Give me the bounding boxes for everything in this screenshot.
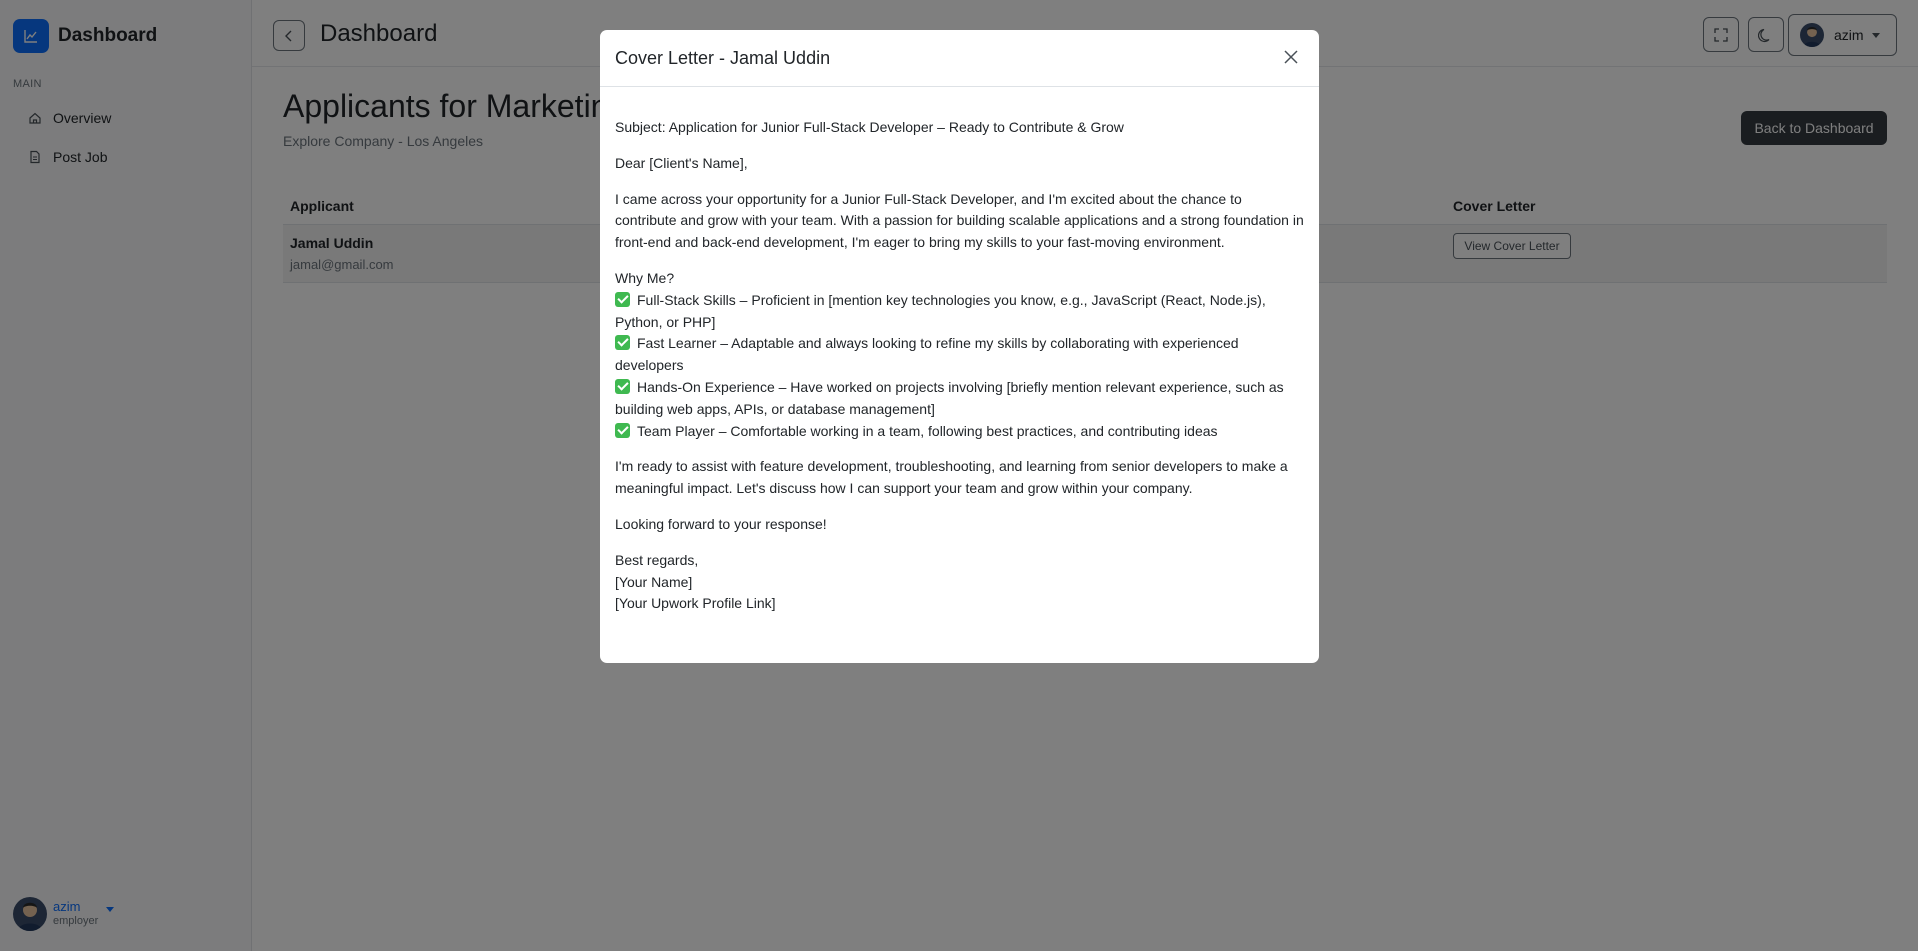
cover-letter-looking-forward: Looking forward to your response!: [615, 515, 827, 532]
modal-body: Subject: Application for Junior Full-Sta…: [615, 117, 1305, 615]
check-icon: [615, 422, 630, 438]
cover-letter-point-text: Team Player – Comfortable working in a t…: [637, 422, 1218, 439]
modal-title: Cover Letter - Jamal Uddin: [615, 48, 831, 68]
cover-letter-profile-placeholder: [Your Upwork Profile Link]: [615, 595, 776, 612]
cover-letter-point: Fast Learner – Adaptable and always look…: [615, 333, 1305, 377]
close-button[interactable]: [1281, 47, 1301, 67]
cover-letter-point-text: Fast Learner – Adaptable and always look…: [615, 335, 1239, 374]
check-icon: [615, 291, 630, 307]
cover-letter-intro: I came across your opportunity for a Jun…: [615, 190, 1304, 251]
close-icon: [1284, 50, 1298, 64]
cover-letter-greeting: Dear [Client's Name],: [615, 154, 748, 171]
cover-letter-point-text: Full-Stack Skills – Proficient in [menti…: [615, 291, 1266, 330]
cover-letter-why-heading: Why Me?: [615, 269, 675, 286]
cover-letter-point: Team Player – Comfortable working in a t…: [615, 421, 1305, 443]
check-icon: [615, 378, 630, 394]
cover-letter-modal: Cover Letter - Jamal Uddin Subject: Appl…: [600, 30, 1319, 663]
cover-letter-signoff: Best regards,: [615, 551, 699, 568]
cover-letter-closing: I'm ready to assist with feature develop…: [615, 458, 1288, 497]
cover-letter-name-placeholder: [Your Name]: [615, 573, 693, 590]
cover-letter-point-text: Hands-On Experience – Have worked on pro…: [615, 378, 1284, 417]
cover-letter-point: Hands-On Experience – Have worked on pro…: [615, 377, 1305, 421]
check-icon: [615, 335, 630, 351]
cover-letter-point: Full-Stack Skills – Proficient in [menti…: [615, 290, 1305, 334]
modal-header: Cover Letter - Jamal Uddin: [600, 30, 1319, 87]
cover-letter-subject: Subject: Application for Junior Full-Sta…: [615, 119, 1124, 135]
